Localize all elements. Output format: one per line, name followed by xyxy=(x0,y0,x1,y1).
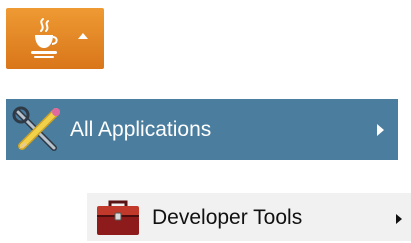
toolbox-icon xyxy=(97,200,139,235)
chevron-right-icon xyxy=(396,214,402,224)
all-applications-label: All Applications xyxy=(70,118,212,141)
menu-item-all-applications[interactable]: All Applications xyxy=(6,99,398,160)
menu-item-developer-tools[interactable]: Developer Tools xyxy=(87,193,411,241)
tools-icon xyxy=(12,106,60,151)
developer-tools-label: Developer Tools xyxy=(152,206,303,229)
java-app-menu-button[interactable] xyxy=(6,8,104,69)
chevron-right-icon xyxy=(377,124,384,136)
caret-up-icon xyxy=(78,33,88,39)
java-cup-icon xyxy=(31,18,58,58)
